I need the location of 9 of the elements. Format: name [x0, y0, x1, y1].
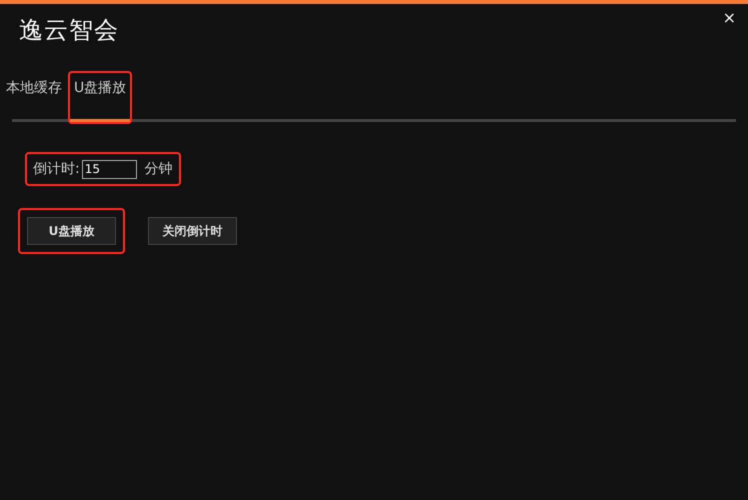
tab[interactable]: 本地缓存 — [2, 73, 66, 122]
countdown-label: 倒计时: — [33, 160, 80, 178]
action-button[interactable]: U盘播放 — [27, 217, 116, 245]
window-title: 逸云智会 — [19, 15, 119, 46]
close-button[interactable]: × — [722, 10, 736, 26]
minutes-label: 分钟 — [144, 160, 173, 178]
tab[interactable]: U盘播放 — [70, 73, 130, 122]
action-button[interactable]: 关闭倒计时 — [148, 217, 237, 245]
countdown-input[interactable]: 15 — [82, 160, 137, 178]
